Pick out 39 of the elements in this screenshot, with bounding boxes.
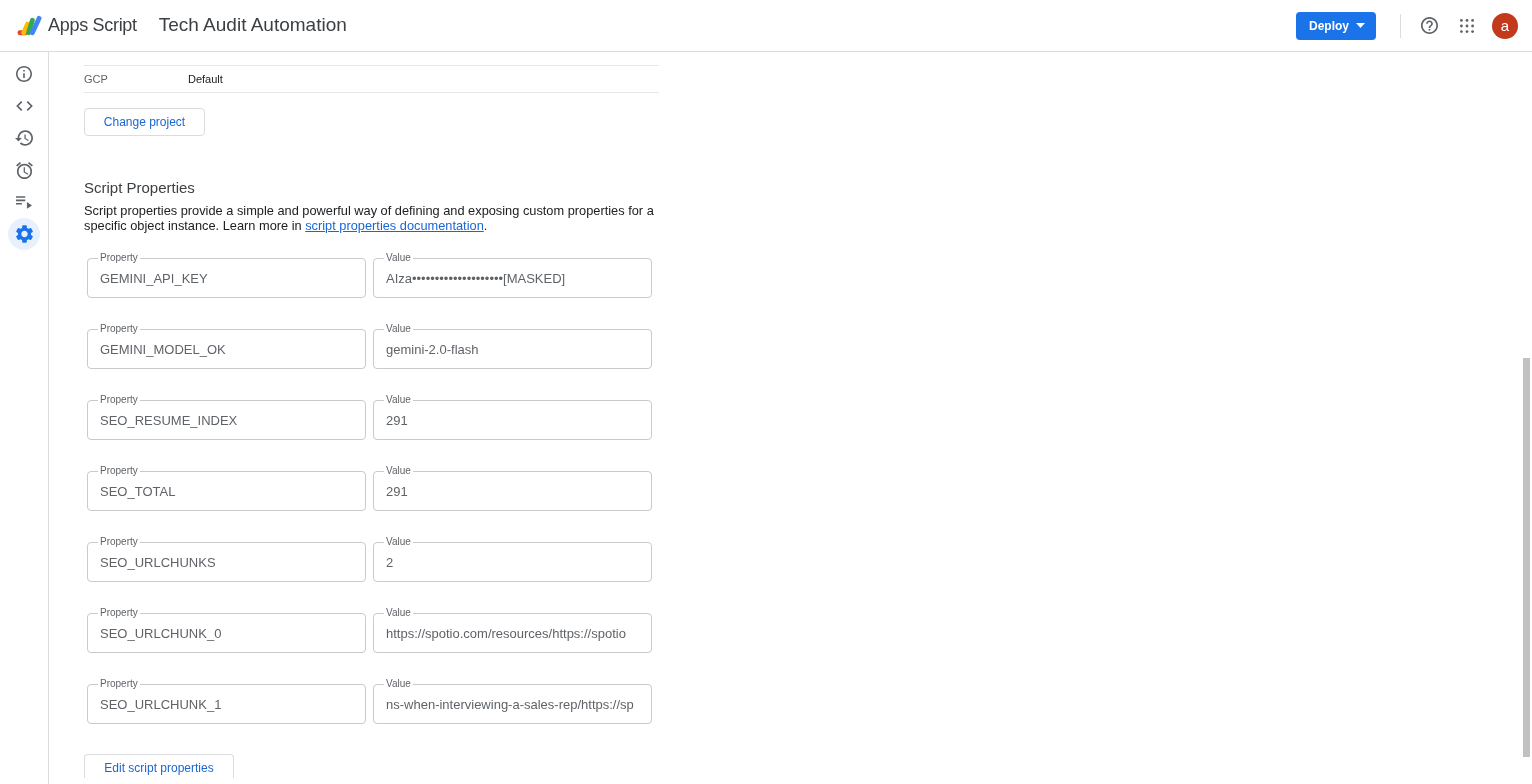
project-title: Tech Audit Automation [158, 13, 347, 38]
section-heading: Script Properties [84, 178, 196, 198]
logo-icon [17, 14, 42, 37]
property-name-field[interactable]: Property SEO_URLCHUNK_1 [87, 678, 366, 724]
help-icon [1421, 17, 1438, 34]
property-value-field[interactable]: Value 2 [373, 536, 652, 582]
apps-grid-icon [1460, 18, 1474, 33]
help-button[interactable] [1421, 17, 1438, 34]
scrollbar-thumb[interactable] [1523, 358, 1530, 757]
project-label: GCP [84, 71, 109, 87]
list-play-icon [16, 195, 32, 209]
property-value-field[interactable]: Value ns-when-interviewing-a-sales-rep/https://sp [373, 678, 652, 724]
settings-icon [15, 225, 33, 243]
property-name-field[interactable]: Property GEMINI_MODEL_OK [87, 323, 366, 369]
deploy-button[interactable]: Deploy [1296, 11, 1376, 40]
property-name-field[interactable]: Property SEO_RESUME_INDEX [87, 394, 366, 440]
apps-button[interactable] [1460, 18, 1474, 33]
project-value: Default [188, 71, 223, 87]
property-name-field[interactable]: Property GEMINI_API_KEY [87, 252, 366, 298]
property-name-field[interactable]: Property SEO_URLCHUNK_0 [87, 607, 366, 653]
property-value-field[interactable]: Value AIza••••••••••••••••••••[MASKED] [373, 252, 652, 298]
property-name-field[interactable]: Property SEO_URLCHUNKS [87, 536, 366, 582]
property-value-field[interactable]: Value 291 [373, 394, 652, 440]
description-text: Script properties provide a simple and powerful way of defining and exposing custom properties for a specific object instance. Learn more in script properties documentation. [84, 203, 655, 233]
caret-icon [1356, 23, 1365, 28]
property-value-field[interactable]: Value 291 [373, 465, 652, 511]
documentation-link[interactable]: script properties documentation [305, 218, 484, 233]
app-name: Apps Script [48, 14, 137, 37]
property-value-field[interactable]: Value gemini-2.0-flash [373, 323, 652, 369]
change-project-button[interactable]: Change project [84, 108, 205, 136]
info-icon [16, 66, 32, 82]
property-name-field[interactable]: Property SEO_TOTAL [87, 465, 366, 511]
property-value-field[interactable]: Value https://spotio.com/resources/https://spotio [373, 607, 652, 653]
history-icon [15, 130, 33, 146]
alarm-clock-icon [15, 161, 33, 179]
account-avatar[interactable]: a [1492, 12, 1518, 39]
sidebar-item[interactable] [8, 218, 40, 250]
code-icon [15, 101, 33, 111]
edit-properties-button[interactable]: Edit script properties [84, 754, 234, 778]
